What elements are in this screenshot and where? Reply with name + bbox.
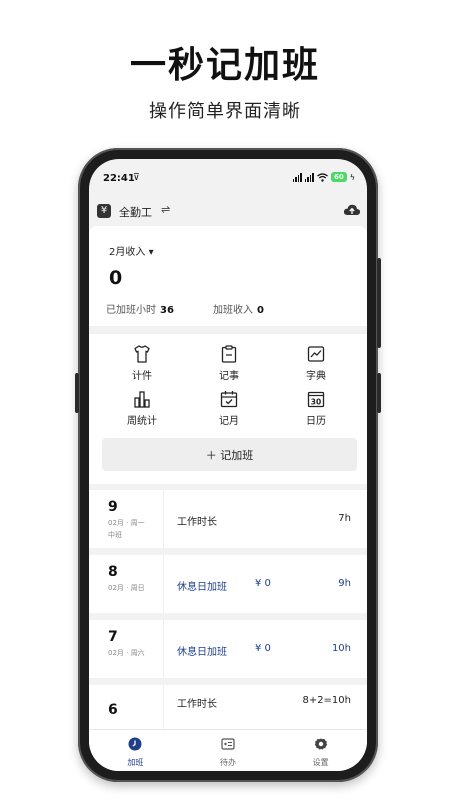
income-value: 0	[109, 267, 123, 289]
day-type: 工作时长	[177, 699, 217, 710]
day-number: 9	[108, 499, 118, 515]
day-row[interactable]: 8 02月 · 周日 休息日加班 ¥ 0 9h	[89, 555, 367, 613]
status-bar: 22:41 ⊽ 60 ϟ	[89, 159, 367, 199]
day-hours: 8+2=10h	[302, 695, 351, 706]
bar-chart-icon	[134, 391, 150, 408]
add-overtime-button[interactable]: ＋ 记加班	[102, 438, 357, 471]
chart-icon	[307, 346, 325, 362]
power-button	[377, 373, 381, 413]
day-row[interactable]: 9 02月 · 周一 中班 工作时长 7h	[89, 490, 367, 548]
volume-button	[377, 258, 381, 348]
plus-icon: ＋	[205, 448, 217, 462]
phone-frame: 22:41 ⊽ 60 ϟ ¥ 全勤工 ⇌ 2月收入 ▾ 0 已加班小时 36 加…	[75, 148, 381, 782]
wallet-icon: ¥	[97, 204, 111, 218]
nav-label: 加班	[127, 758, 144, 767]
tool-label: 记事	[219, 371, 239, 382]
bottom-nav: 加班 待办 设置	[89, 729, 367, 771]
promo-subline: 操作简单界面清晰	[149, 101, 301, 122]
cloud-upload-icon[interactable]	[343, 203, 361, 217]
nav-overtime[interactable]: 加班	[89, 730, 182, 771]
overtime-income-value: 0	[257, 305, 264, 316]
overtime-hours-value: 36	[160, 305, 174, 316]
nav-label: 待办	[220, 758, 236, 767]
nav-todo[interactable]: 待办	[182, 730, 275, 771]
battery-icon: 60	[330, 172, 347, 182]
overtime-income-stat: 加班收入 0	[213, 301, 264, 316]
day-money: ¥ 0	[255, 643, 271, 654]
tool-label: 计件	[132, 371, 152, 382]
tool-notes[interactable]: 记事	[199, 344, 259, 382]
day-date: 8 02月 · 周日	[89, 555, 164, 613]
clipboard-icon	[221, 345, 237, 363]
notification-icon: ⊽	[133, 173, 140, 183]
day-weekday: 02月 · 周六	[108, 649, 145, 657]
side-key	[75, 373, 79, 413]
signal-icon	[292, 172, 302, 182]
tool-label: 记月	[219, 416, 239, 427]
mode-selector[interactable]: 全勤工	[119, 204, 152, 220]
nav-settings[interactable]: 设置	[274, 730, 367, 771]
tool-label: 字典	[306, 371, 326, 382]
day-hours: 10h	[331, 643, 351, 654]
day-money: ¥ 0	[255, 578, 271, 589]
phone-screen: 22:41 ⊽ 60 ϟ ¥ 全勤工 ⇌ 2月收入 ▾ 0 已加班小时 36 加…	[89, 159, 367, 771]
calendar-30-icon: 30	[307, 391, 325, 408]
month-label: 2月收入	[109, 247, 146, 258]
day-number: 8	[108, 564, 118, 580]
tool-piecework[interactable]: 计件	[112, 344, 172, 382]
nav-label: 设置	[312, 758, 329, 767]
gear-icon	[314, 738, 327, 750]
day-type: 休息日加班	[177, 582, 227, 593]
month-selector[interactable]: 2月收入 ▾	[109, 243, 154, 258]
charging-icon: ϟ	[349, 172, 355, 182]
shirt-icon	[134, 345, 150, 363]
clock-icon	[128, 737, 142, 751]
calendar-icon-text: 30	[311, 398, 321, 407]
day-hours: 9h	[338, 578, 351, 589]
overtime-hours-label: 已加班小时	[106, 305, 156, 316]
day-number: 6	[108, 702, 118, 718]
day-weekday: 02月 · 周一	[108, 519, 145, 527]
overtime-income-label: 加班收入	[213, 305, 253, 316]
day-shift: 中班	[108, 531, 122, 539]
app-bar: ¥ 全勤工 ⇌	[89, 199, 367, 227]
calendar-check-icon	[220, 391, 238, 408]
overtime-hours-stat: 已加班小时 36	[106, 301, 174, 316]
tool-label: 日历	[306, 416, 326, 427]
chevron-down-icon: ▾	[148, 247, 154, 258]
signal-icon-2	[304, 172, 314, 182]
income-card: 2月收入 ▾ 0 已加班小时 36 加班收入 0	[89, 226, 367, 326]
day-weekday: 02月 · 周日	[108, 584, 145, 592]
day-date: 7 02月 · 周六	[89, 620, 164, 678]
day-date: 9 02月 · 周一 中班	[89, 490, 164, 548]
day-type: 工作时长	[177, 517, 217, 528]
day-row[interactable]: 7 02月 · 周六 休息日加班 ¥ 0 10h	[89, 620, 367, 678]
tools-card: 计件 记事 字典 周统计 记月 30 日历 ＋ 记加班	[89, 334, 367, 484]
promo-headline: 一秒记加班	[129, 45, 320, 86]
tool-calendar[interactable]: 30 日历	[286, 389, 346, 427]
day-number: 7	[108, 629, 118, 645]
status-time: 22:41	[103, 173, 135, 184]
wifi-icon	[317, 172, 328, 182]
status-icons: 60 ϟ	[292, 172, 355, 182]
day-type: 休息日加班	[177, 647, 227, 658]
switch-icon[interactable]: ⇌	[161, 203, 170, 216]
day-hours: 7h	[338, 513, 351, 524]
todo-icon	[221, 738, 235, 750]
tool-label: 周统计	[127, 416, 157, 427]
tool-monthly[interactable]: 记月	[199, 389, 259, 427]
add-overtime-label: 记加班	[220, 448, 254, 462]
tool-weekly-stats[interactable]: 周统计	[112, 389, 172, 427]
tool-dictionary[interactable]: 字典	[286, 344, 346, 382]
